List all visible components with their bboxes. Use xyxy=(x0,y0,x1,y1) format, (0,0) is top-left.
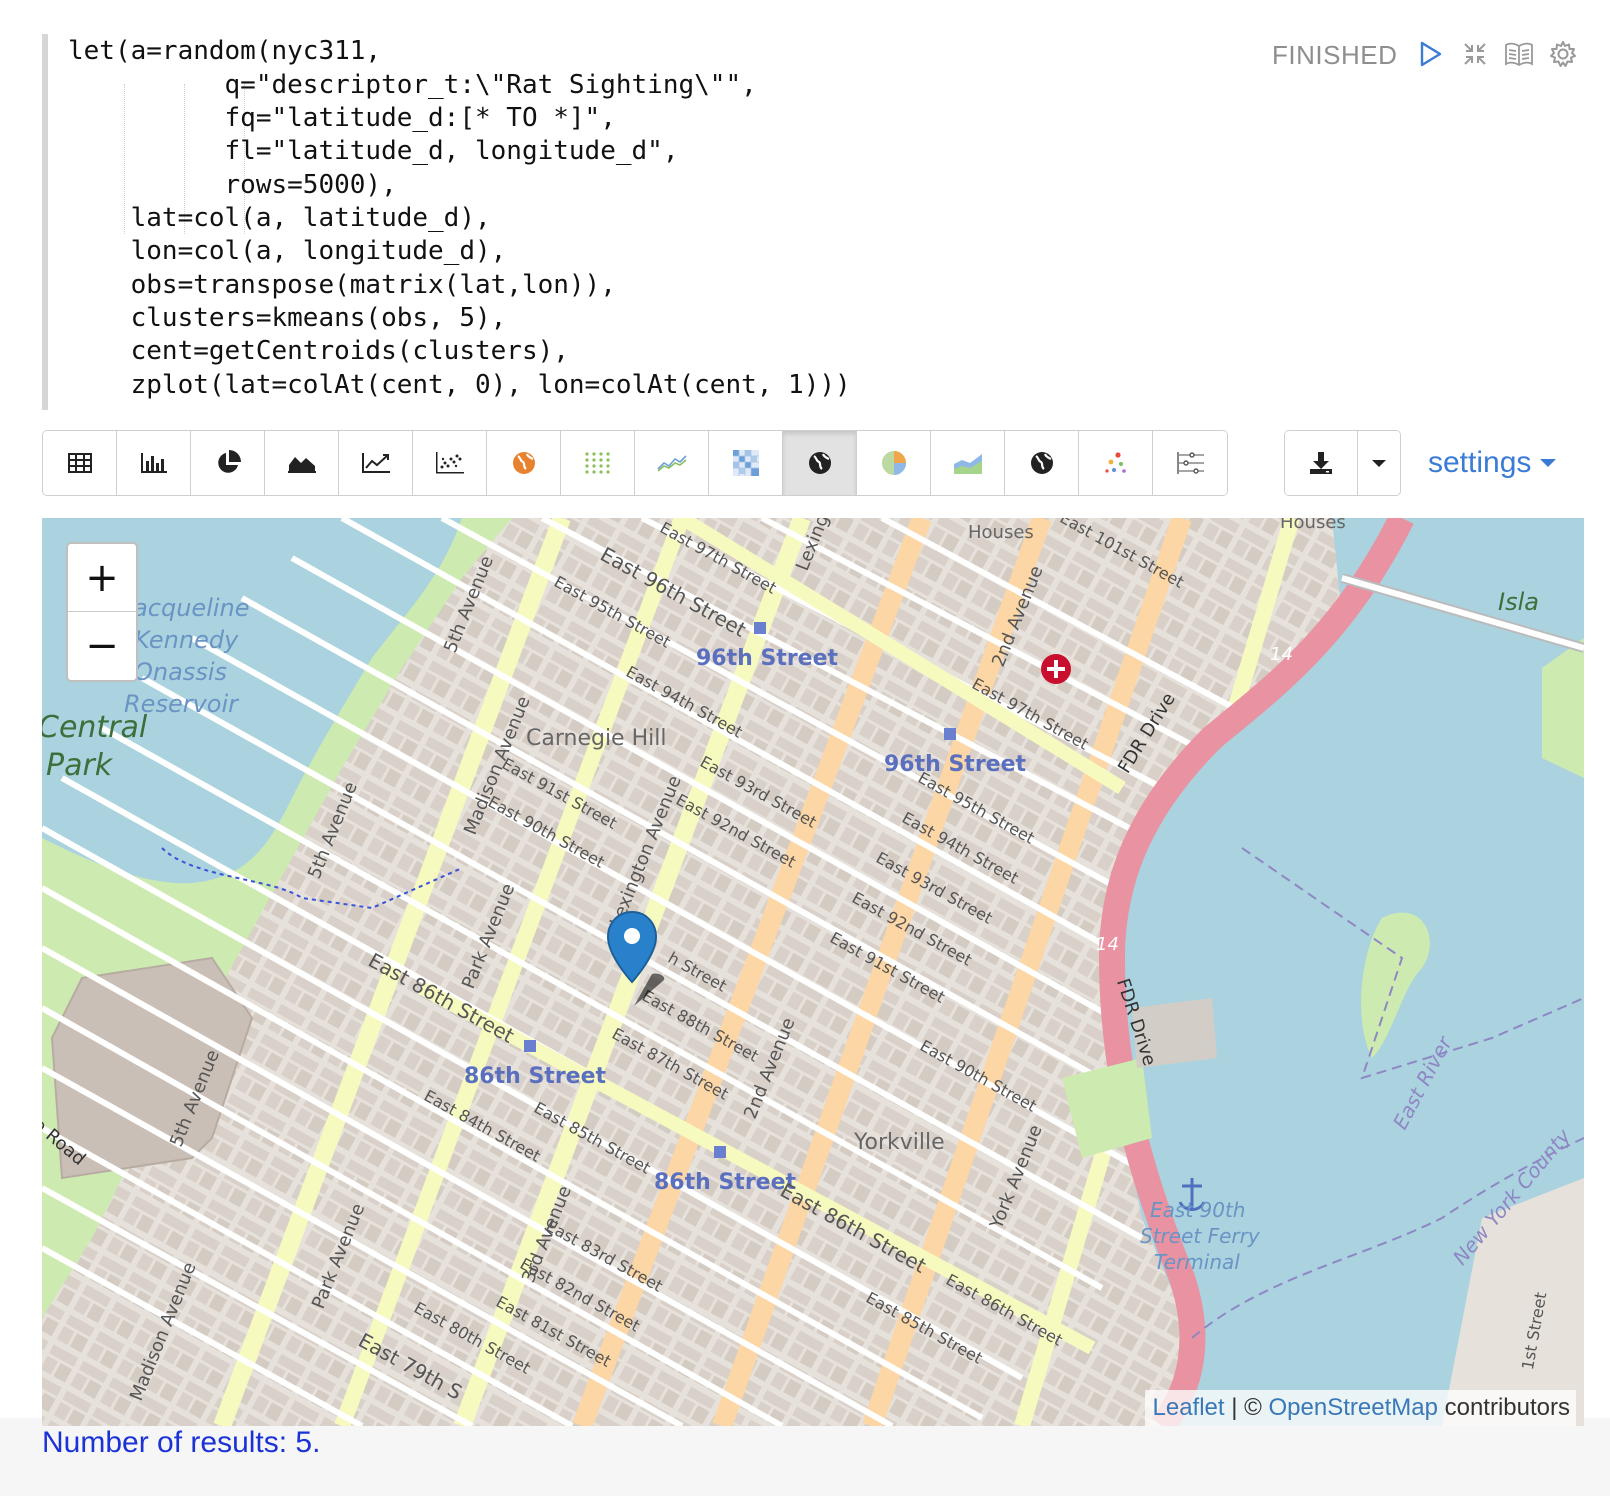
map-label: Reservoir xyxy=(124,690,238,718)
caret-down-icon[interactable] xyxy=(1357,431,1400,495)
map-label: Yorkville xyxy=(854,1130,945,1155)
book-icon[interactable] xyxy=(1502,36,1536,72)
station-label: 96th Street xyxy=(884,752,1027,777)
caret-down-icon xyxy=(1540,459,1557,467)
station-label: 96th Street xyxy=(696,646,839,671)
code-line: fl="latitude_d, longitude_d", xyxy=(68,136,679,166)
code-line: zplot(lat=colAt(cent, 0), lon=colAt(cent… xyxy=(68,370,851,400)
dot-matrix-icon[interactable] xyxy=(561,431,635,495)
code-line: clusters=kmeans(obs, 5), xyxy=(68,303,507,333)
station-label: 86th Street xyxy=(654,1170,797,1195)
leaflet-link[interactable]: Leaflet xyxy=(1153,1394,1225,1421)
pie-chart-icon[interactable] xyxy=(191,431,265,495)
code-line: cent=getCentroids(clusters), xyxy=(68,336,569,366)
map-label: Street Ferry xyxy=(1140,1224,1260,1248)
route-shield: 14 xyxy=(1270,644,1293,665)
download-group xyxy=(1284,430,1401,496)
map-container[interactable]: Central Park Jacqueline Kennedy Onassis … xyxy=(42,518,1584,1426)
map-attribution: Leaflet | © OpenStreetMap contributors xyxy=(1144,1390,1576,1426)
paragraph-status: FINISHED xyxy=(1272,40,1398,70)
settings-label: settings xyxy=(1428,446,1532,479)
code-editor[interactable]: let(a=random(nyc311, q="descriptor_t:\"R… xyxy=(42,34,1228,410)
route-shield: 14 xyxy=(1096,934,1119,955)
bar-chart-icon[interactable] xyxy=(117,431,191,495)
map-label: East 90th xyxy=(1150,1198,1246,1222)
globe-icon[interactable] xyxy=(783,431,857,495)
parallel-coords-icon[interactable] xyxy=(1153,431,1227,495)
gear-icon[interactable] xyxy=(1546,36,1580,72)
map-label: Onassis xyxy=(134,658,227,686)
settings-dropdown[interactable]: settings xyxy=(1428,446,1557,480)
attribution-separator: | © xyxy=(1224,1394,1269,1421)
attribution-suffix: contributors xyxy=(1437,1394,1570,1421)
bubble-icon[interactable] xyxy=(1079,431,1153,495)
stacked-area-icon[interactable] xyxy=(931,431,1005,495)
line-chart-icon[interactable] xyxy=(339,431,413,495)
pie-color-icon[interactable] xyxy=(857,431,931,495)
map-label: Terminal xyxy=(1154,1250,1240,1274)
globe-orange-icon[interactable] xyxy=(487,431,561,495)
multi-line-icon[interactable] xyxy=(635,431,709,495)
zoom-in-button[interactable]: + xyxy=(68,544,136,612)
heatmap-icon[interactable] xyxy=(709,431,783,495)
code-line: obs=transpose(matrix(lat,lon)), xyxy=(68,270,616,300)
map-label: Park xyxy=(46,748,113,783)
map-label: Carnegie Hill xyxy=(526,726,667,751)
map-marker-icon[interactable] xyxy=(606,910,666,1012)
globe-icon[interactable] xyxy=(1005,431,1079,495)
map-label: Isla xyxy=(1498,588,1539,616)
map-label: Kennedy xyxy=(134,626,239,654)
table-icon[interactable] xyxy=(43,431,117,495)
map-label: Houses xyxy=(968,522,1034,543)
visualization-toolbar xyxy=(42,430,1228,496)
run-icon[interactable] xyxy=(1414,36,1448,72)
zoom-control: + − xyxy=(66,542,138,682)
zoom-out-button[interactable]: − xyxy=(68,612,136,679)
code-line: q="descriptor_t:\"Rat Sighting\"", xyxy=(68,70,757,100)
code-line: lat=col(a, latitude_d), xyxy=(68,203,491,233)
scatter-chart-icon[interactable] xyxy=(413,431,487,495)
notebook-paragraph: let(a=random(nyc311, q="descriptor_t:\"R… xyxy=(0,0,1610,1496)
code-line: fq="latitude_d:[* TO *]", xyxy=(68,103,616,133)
code-line: let(a=random(nyc311, xyxy=(68,36,382,66)
station-label: 86th Street xyxy=(464,1064,607,1089)
download-icon[interactable] xyxy=(1285,431,1357,495)
osm-link[interactable]: OpenStreetMap xyxy=(1269,1394,1438,1421)
map-label: Houses xyxy=(1280,518,1346,533)
results-count: Number of results: 5. xyxy=(42,1426,321,1459)
hide-editor-icon[interactable] xyxy=(1458,36,1492,72)
area-chart-icon[interactable] xyxy=(265,431,339,495)
code-line: rows=5000), xyxy=(68,170,397,200)
code-line: lon=col(a, longitude_d), xyxy=(68,236,507,266)
map-label: Jacqueline xyxy=(126,594,250,622)
